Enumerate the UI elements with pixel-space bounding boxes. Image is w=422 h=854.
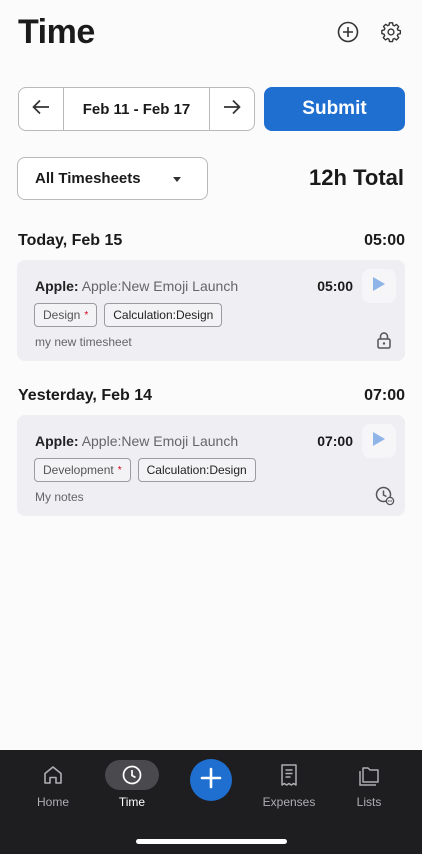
entry-tags: Design * Calculation:Design [34, 303, 223, 327]
tab-lists[interactable]: Lists [339, 760, 399, 810]
tag[interactable]: Calculation:Design [137, 458, 256, 482]
required-marker: * [84, 309, 89, 321]
tag-required[interactable]: Design * [34, 303, 98, 327]
add-circle-icon[interactable] [336, 20, 360, 44]
day-header: Yesterday, Feb 14 07:00 [18, 387, 405, 405]
play-icon [372, 276, 386, 297]
timesheet-card[interactable]: Apple: Apple:New Emoji Launch 07:00 Deve… [17, 415, 405, 516]
arrow-right-icon [223, 99, 241, 120]
filter-selected-value: All Timesheets [35, 170, 141, 187]
pending-approval-icon [375, 486, 395, 506]
tag-label: Calculation:Design [113, 308, 214, 322]
timesheet-filter-dropdown[interactable]: All Timesheets [17, 157, 208, 200]
week-total: 12h Total [309, 165, 404, 190]
play-icon [372, 431, 386, 452]
entry-client: Apple: [35, 433, 79, 449]
date-range-navigator: Feb 11 - Feb 17 [18, 87, 255, 131]
tag-required[interactable]: Development * [34, 458, 131, 482]
play-timer-button[interactable] [362, 424, 396, 458]
entry-duration: 05:00 [317, 278, 353, 294]
date-range-label[interactable]: Feb 11 - Feb 17 [63, 88, 210, 130]
entry-client: Apple: [35, 278, 79, 294]
timesheet-card[interactable]: Apple: Apple:New Emoji Launch 05:00 Desi… [17, 260, 405, 361]
tab-label: Home [36, 795, 69, 809]
receipt-icon [278, 760, 300, 790]
next-week-button[interactable] [210, 88, 254, 130]
required-marker: * [117, 464, 122, 476]
day-total: 07:00 [364, 387, 405, 404]
tag[interactable]: Calculation:Design [104, 303, 223, 327]
header: Time [18, 12, 406, 56]
bottom-tab-bar: Home Time Expenses Lists [0, 750, 422, 854]
previous-week-button[interactable] [19, 88, 63, 130]
tab-home[interactable]: Home [23, 760, 83, 810]
entry-notes: My notes [35, 490, 84, 504]
day-label: Yesterday, Feb 14 [18, 387, 152, 404]
entry-duration: 07:00 [317, 433, 353, 449]
arrow-left-icon [32, 99, 50, 120]
submit-button[interactable]: Submit [264, 87, 405, 131]
tab-expenses[interactable]: Expenses [259, 760, 319, 810]
tab-time[interactable]: Time [102, 760, 162, 810]
tab-label: Expenses [262, 795, 316, 809]
tab-label: Lists [356, 795, 382, 809]
day-label: Today, Feb 15 [18, 232, 123, 249]
tag-label: Calculation:Design [146, 463, 247, 477]
home-icon [42, 760, 64, 790]
entry-tags: Development * Calculation:Design [34, 458, 256, 482]
tag-label: Development [43, 463, 114, 477]
plus-icon [199, 766, 223, 795]
gear-icon[interactable] [379, 20, 403, 44]
entry-notes: my new timesheet [35, 335, 132, 349]
play-timer-button[interactable] [362, 269, 396, 303]
home-indicator [136, 839, 287, 844]
caret-down-icon [173, 177, 181, 182]
clock-icon [105, 760, 159, 790]
tab-label: Time [118, 795, 146, 809]
folders-icon [357, 760, 381, 790]
entry-project: Apple:New Emoji Launch [81, 278, 239, 294]
tag-label: Design [43, 308, 81, 322]
day-header: Today, Feb 15 05:00 [18, 232, 405, 250]
add-entry-button[interactable] [190, 759, 232, 801]
entry-title: Apple: Apple:New Emoji Launch [35, 278, 238, 294]
entry-title: Apple: Apple:New Emoji Launch [35, 433, 238, 449]
lock-icon [375, 331, 393, 349]
day-total: 05:00 [364, 232, 405, 249]
entry-project: Apple:New Emoji Launch [81, 433, 239, 449]
